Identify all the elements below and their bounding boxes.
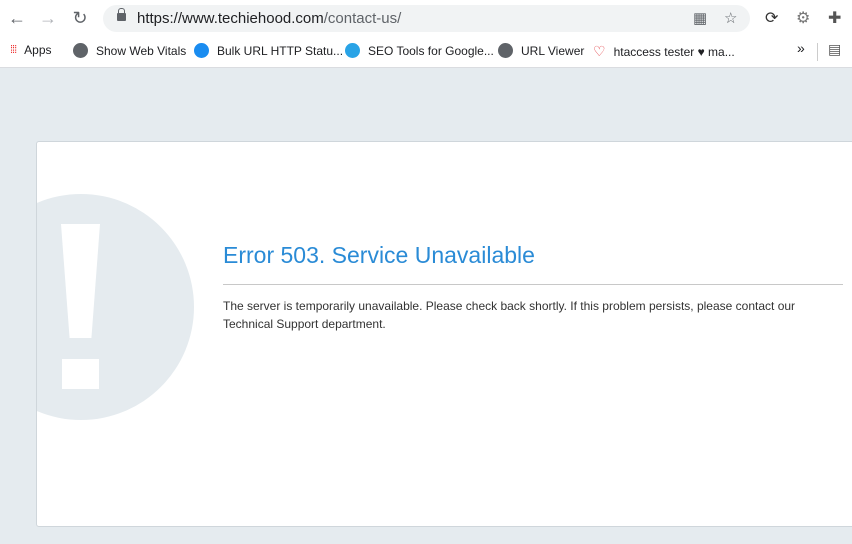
- lock-icon: [117, 8, 126, 21]
- bookmarks-bar: ⁞⁞⁞ Apps Show Web Vitals Bulk URL HTTP St…: [0, 36, 852, 68]
- more-bookmarks-button[interactable]: »: [797, 40, 805, 56]
- bookmark-seo-tools[interactable]: SEO Tools for Google...: [345, 43, 494, 58]
- bookmark-htaccess[interactable]: ♡ htaccess tester ♥ ma...: [593, 43, 735, 60]
- bookmark-show-web-vitals[interactable]: Show Web Vitals: [73, 43, 186, 58]
- bulk-url-icon: [194, 43, 209, 58]
- divider: [817, 43, 818, 61]
- gear-extension-icon[interactable]: ⚙: [796, 8, 810, 28]
- sync-extension-icon[interactable]: ⟳: [765, 8, 778, 28]
- globe-icon: [498, 43, 513, 58]
- error-message: The server is temporarily unavailable. P…: [223, 299, 796, 331]
- exclamation-dot: [62, 359, 99, 389]
- apps-grid-icon: ⁞⁞⁞: [10, 44, 17, 56]
- bookmark-apps[interactable]: ⁞⁞⁞ Apps: [10, 43, 52, 57]
- forward-button[interactable]: →: [38, 8, 58, 28]
- error-card: Error 503. Service Unavailable The serve…: [36, 141, 852, 527]
- warning-circle-icon: [37, 194, 194, 420]
- globe-icon: [73, 43, 88, 58]
- puzzle-extensions-icon[interactable]: ✚: [828, 8, 841, 28]
- back-button[interactable]: ←: [7, 8, 27, 28]
- reload-button[interactable]: ↻: [70, 8, 90, 28]
- browser-toolbar: ← → ↻ https://www.techiehood.com/contact…: [0, 0, 852, 36]
- reading-list-icon[interactable]: ▤: [828, 41, 841, 58]
- url-path: /contact-us/: [323, 10, 402, 27]
- error-title: Error 503. Service Unavailable: [223, 242, 535, 268]
- seo-tools-icon: [345, 43, 360, 58]
- star-icon[interactable]: ☆: [724, 9, 737, 27]
- bookmark-bulk-url[interactable]: Bulk URL HTTP Statu...: [194, 43, 343, 58]
- divider: [223, 284, 843, 285]
- qr-code-icon[interactable]: ▦: [693, 9, 707, 27]
- address-bar[interactable]: https://www.techiehood.com/contact-us/ ▦…: [103, 5, 750, 32]
- htaccess-icon: ♡: [593, 43, 606, 59]
- url-host: https://www.techiehood.com: [137, 10, 324, 27]
- bookmark-url-viewer[interactable]: URL Viewer: [498, 43, 584, 58]
